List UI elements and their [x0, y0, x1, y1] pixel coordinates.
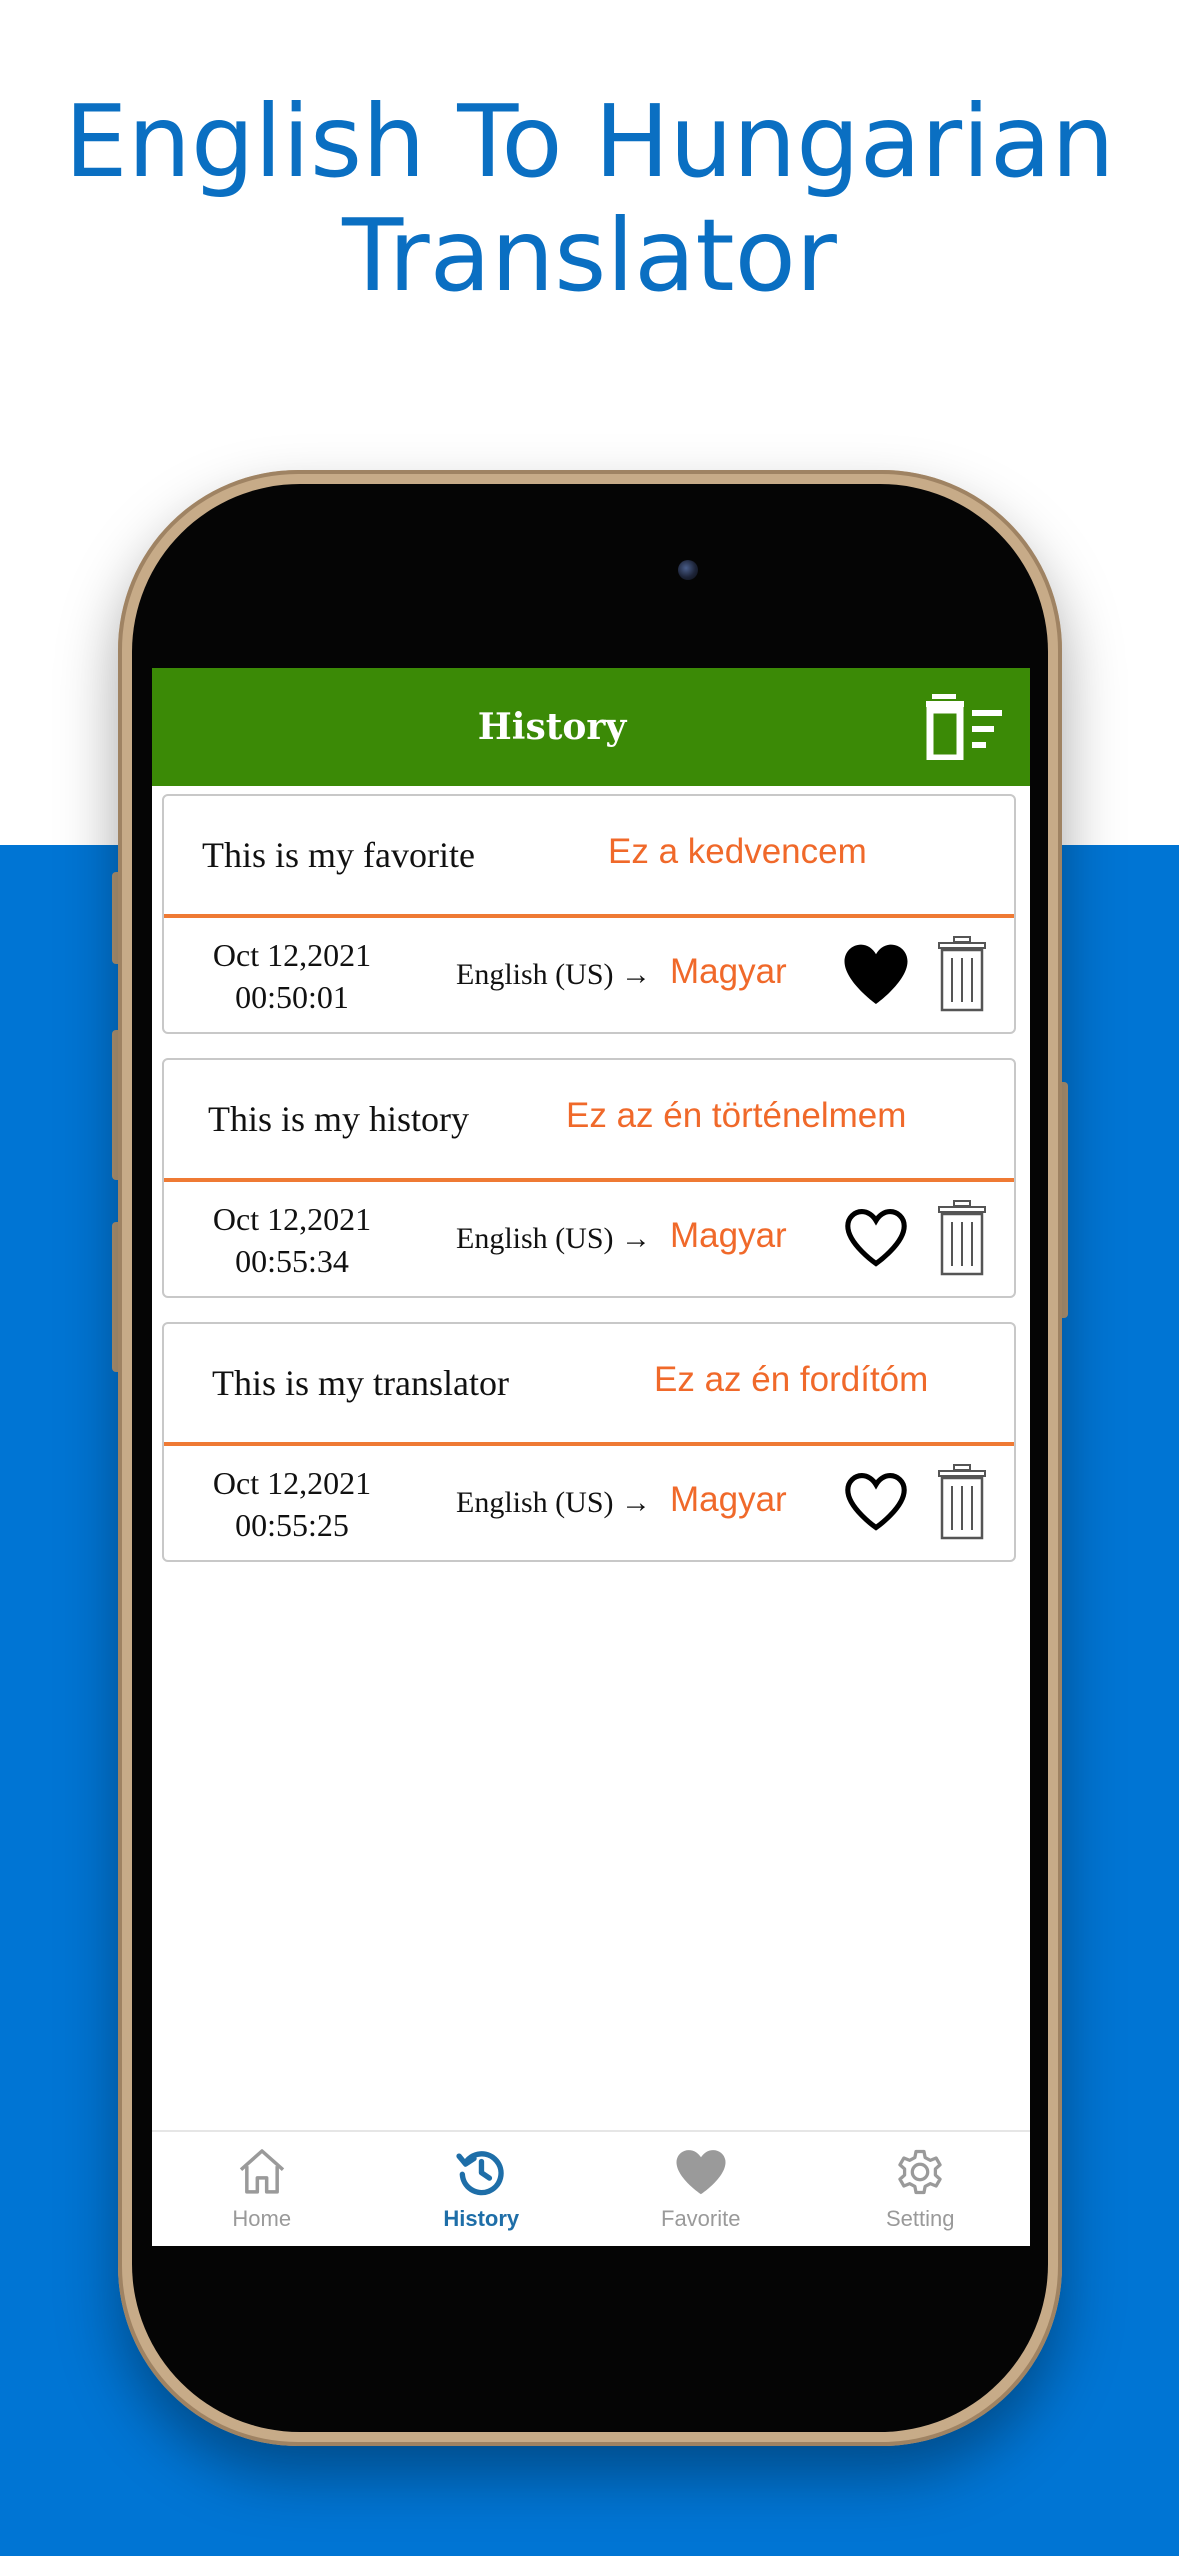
heart-icon: [676, 2150, 726, 2195]
history-card[interactable]: This is my translator Ez az én fordítóm …: [162, 1322, 1016, 1562]
trash-icon: [938, 1200, 986, 1276]
history-time: 00:55:34: [235, 1243, 349, 1279]
trash-icon: [938, 936, 986, 1012]
tab-favorite[interactable]: Favorite: [591, 2132, 811, 2246]
tab-history[interactable]: History: [372, 2132, 592, 2246]
source-text: This is my history: [208, 1099, 470, 1139]
delete-button[interactable]: [936, 1200, 988, 1276]
history-time: 00:50:01: [235, 979, 349, 1015]
bottom-tab-bar: Home History Favorite Setting: [152, 2130, 1030, 2246]
target-language: Magyar: [670, 1480, 787, 1519]
history-date: Oct 12,2021: [212, 1465, 372, 1501]
source-language: English (US) →: [456, 1486, 651, 1519]
translation-row: This is my history Ez az én történelmem: [164, 1060, 1014, 1178]
trash-icon: [938, 1464, 986, 1540]
history-time: 00:55:25: [235, 1507, 349, 1543]
promo-headline-line2: Translator: [342, 197, 837, 314]
timestamp: Oct 12,2021 00:50:01: [174, 934, 410, 1018]
source-language: English (US) →: [456, 1222, 651, 1255]
history-card[interactable]: This is my favorite Ez a kedvencem Oct 1…: [162, 794, 1016, 1034]
promo-headline: English To Hungarian Translator: [0, 85, 1179, 313]
heart-outline-icon: [845, 1209, 907, 1267]
translation-row: This is my translator Ez az én fordítóm: [164, 1324, 1014, 1442]
delete-button[interactable]: [936, 1464, 988, 1540]
front-camera: [678, 560, 698, 580]
tab-setting-label: Setting: [886, 2206, 955, 2231]
tab-favorite-label: Favorite: [661, 2206, 741, 2231]
heart-filled-icon: [844, 944, 908, 1004]
target-language: Magyar: [670, 1216, 787, 1255]
heart-outline-icon: [845, 1473, 907, 1531]
history-date: Oct 12,2021: [212, 937, 372, 973]
app-bar: History: [152, 668, 1030, 786]
clear-history-button[interactable]: [926, 694, 1006, 762]
translation-row: This is my favorite Ez a kedvencem: [164, 796, 1014, 914]
favorite-button[interactable]: [840, 938, 912, 1010]
tab-setting[interactable]: Setting: [811, 2132, 1031, 2246]
tab-home[interactable]: Home: [152, 2132, 372, 2246]
source-language: English (US) →: [456, 958, 651, 991]
timestamp: Oct 12,2021 00:55:25: [174, 1462, 410, 1546]
source-text: This is my favorite: [202, 835, 475, 875]
meta-row: Oct 12,2021 00:55:25 English (US) → Magy…: [164, 1446, 1014, 1560]
translated-text: Ez a kedvencem: [608, 832, 867, 871]
timestamp: Oct 12,2021 00:55:34: [174, 1198, 410, 1282]
page-title: History: [477, 706, 627, 748]
tab-history-label: History: [443, 2206, 520, 2231]
favorite-button[interactable]: [840, 1466, 912, 1538]
meta-row: Oct 12,2021 00:55:34 English (US) → Magy…: [164, 1182, 1014, 1296]
history-date: Oct 12,2021: [212, 1201, 372, 1237]
translated-text: Ez az én fordítóm: [654, 1360, 929, 1399]
favorite-button[interactable]: [840, 1202, 912, 1274]
home-icon: [239, 2149, 284, 2194]
clear-all-icon: [926, 694, 1002, 762]
history-icon: [456, 2151, 504, 2196]
translated-text: Ez az én történelmem: [566, 1096, 907, 1135]
source-text: This is my translator: [212, 1363, 509, 1403]
promo-headline-line1: English To Hungarian: [64, 83, 1115, 200]
gear-icon: [898, 2149, 942, 2195]
delete-button[interactable]: [936, 936, 988, 1012]
history-card[interactable]: This is my history Ez az én történelmem …: [162, 1058, 1016, 1298]
target-language: Magyar: [670, 952, 787, 991]
tab-home-label: Home: [232, 2206, 292, 2231]
meta-row: Oct 12,2021 00:50:01 English (US) → Magy…: [164, 918, 1014, 1032]
app-screen: History This is my favorite Ez a kedvenc…: [152, 668, 1030, 2246]
history-list: This is my favorite Ez a kedvencem Oct 1…: [162, 794, 1016, 1586]
